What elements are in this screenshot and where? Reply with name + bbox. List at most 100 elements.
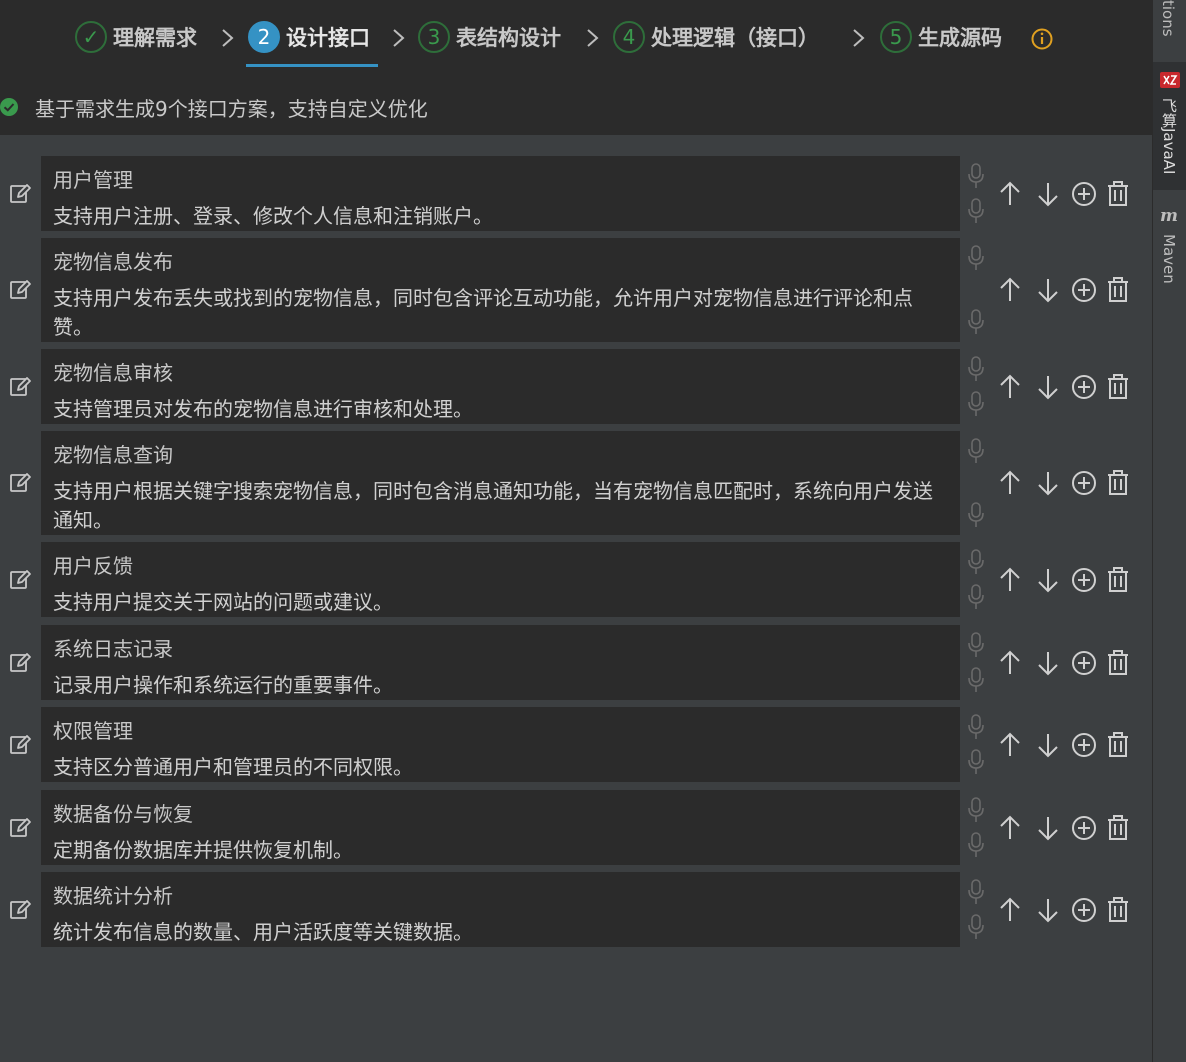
delete-button[interactable] [1104, 814, 1132, 842]
desc-microphone-icon[interactable] [965, 501, 987, 529]
interface-title[interactable]: 数据备份与恢复 [53, 798, 193, 827]
title-microphone-icon[interactable] [965, 244, 987, 272]
interface-description[interactable]: 支持区分普通用户和管理员的不同权限。 [53, 753, 943, 782]
add-button[interactable] [1070, 180, 1098, 208]
interface-title[interactable]: 宠物信息查询 [53, 439, 173, 468]
move-up-button[interactable] [996, 373, 1024, 401]
title-microphone-icon[interactable] [965, 878, 987, 906]
move-up-button[interactable] [996, 180, 1024, 208]
desc-microphone-icon[interactable] [965, 831, 987, 859]
info-icon[interactable] [1030, 27, 1054, 51]
edit-icon[interactable] [8, 733, 32, 757]
step-1[interactable]: ✓ 理解需求 [75, 17, 197, 57]
desc-microphone-icon[interactable] [965, 390, 987, 418]
move-down-button[interactable] [1034, 896, 1062, 924]
delete-button[interactable] [1104, 566, 1132, 594]
interface-title[interactable]: 用户反馈 [53, 550, 133, 579]
add-button[interactable] [1070, 276, 1098, 304]
delete-button[interactable] [1104, 276, 1132, 304]
delete-button[interactable] [1104, 373, 1132, 401]
desc-microphone-icon[interactable] [965, 666, 987, 694]
delete-button[interactable] [1104, 469, 1132, 497]
add-button[interactable] [1070, 373, 1098, 401]
desc-microphone-icon[interactable] [965, 197, 987, 225]
step-4[interactable]: 4 处理逻辑（接口） [613, 17, 819, 57]
interface-card[interactable]: 宠物信息发布支持用户发布丢失或找到的宠物信息，同时包含评论互动功能，允许用户对宠… [41, 238, 960, 342]
delete-button[interactable] [1104, 896, 1132, 924]
add-button[interactable] [1070, 896, 1098, 924]
move-down-button[interactable] [1034, 814, 1062, 842]
move-up-button[interactable] [996, 814, 1024, 842]
interface-description[interactable]: 定期备份数据库并提供恢复机制。 [53, 836, 943, 865]
delete-button[interactable] [1104, 731, 1132, 759]
title-microphone-icon[interactable] [965, 796, 987, 824]
interface-title[interactable]: 宠物信息发布 [53, 246, 173, 275]
add-button[interactable] [1070, 649, 1098, 677]
add-button[interactable] [1070, 731, 1098, 759]
interface-title[interactable]: 数据统计分析 [53, 880, 173, 909]
interface-card[interactable]: 用户管理支持用户注册、登录、修改个人信息和注销账户。 [41, 156, 960, 231]
move-up-button[interactable] [996, 731, 1024, 759]
interface-description[interactable]: 支持用户提交关于网站的问题或建议。 [53, 588, 943, 617]
move-up-button[interactable] [996, 896, 1024, 924]
interface-title[interactable]: 宠物信息审核 [53, 357, 173, 386]
title-microphone-icon[interactable] [965, 437, 987, 465]
step-5[interactable]: 5 生成源码 [880, 17, 1002, 57]
interface-title[interactable]: 系统日志记录 [53, 633, 173, 662]
add-button[interactable] [1070, 814, 1098, 842]
edit-icon[interactable] [8, 471, 32, 495]
move-down-button[interactable] [1034, 180, 1062, 208]
add-button[interactable] [1070, 566, 1098, 594]
interface-description[interactable]: 支持用户根据关键字搜索宠物信息，同时包含消息通知功能，当有宠物信息匹配时，系统向… [53, 477, 943, 535]
move-up-button[interactable] [996, 649, 1024, 677]
interface-card[interactable]: 数据备份与恢复定期备份数据库并提供恢复机制。 [41, 790, 960, 865]
interface-description[interactable]: 支持用户发布丢失或找到的宠物信息，同时包含评论互动功能，允许用户对宠物信息进行评… [53, 284, 943, 342]
title-microphone-icon[interactable] [965, 548, 987, 576]
interface-card[interactable]: 系统日志记录记录用户操作和系统运行的重要事件。 [41, 625, 960, 700]
interface-description[interactable]: 支持管理员对发布的宠物信息进行审核和处理。 [53, 395, 943, 424]
step-3[interactable]: 3 表结构设计 [418, 17, 561, 57]
tool-tab-partial[interactable]: tions [1159, 0, 1177, 37]
interface-card[interactable]: 数据统计分析统计发布信息的数量、用户活跃度等关键数据。 [41, 872, 960, 947]
move-up-button[interactable] [996, 276, 1024, 304]
move-down-button[interactable] [1034, 566, 1062, 594]
interface-card[interactable]: 宠物信息查询支持用户根据关键字搜索宠物信息，同时包含消息通知功能，当有宠物信息匹… [41, 431, 960, 535]
delete-button[interactable] [1104, 180, 1132, 208]
move-down-button[interactable] [1034, 649, 1062, 677]
edit-icon[interactable] [8, 182, 32, 206]
interface-description[interactable]: 统计发布信息的数量、用户活跃度等关键数据。 [53, 918, 943, 947]
desc-microphone-icon[interactable] [965, 913, 987, 941]
add-button[interactable] [1070, 469, 1098, 497]
title-microphone-icon[interactable] [965, 631, 987, 659]
desc-microphone-icon[interactable] [965, 748, 987, 776]
edit-icon[interactable] [8, 898, 32, 922]
title-microphone-icon[interactable] [965, 355, 987, 383]
step-2[interactable]: 2 设计接口 [248, 17, 370, 57]
interface-title[interactable]: 权限管理 [53, 715, 133, 744]
interface-title[interactable]: 用户管理 [53, 164, 133, 193]
edit-icon[interactable] [8, 816, 32, 840]
tool-tab-feisuan[interactable]: 飞算JavaAI [1153, 62, 1186, 190]
move-up-button[interactable] [996, 469, 1024, 497]
desc-microphone-icon[interactable] [965, 583, 987, 611]
interface-card[interactable]: 用户反馈支持用户提交关于网站的问题或建议。 [41, 542, 960, 617]
move-down-button[interactable] [1034, 731, 1062, 759]
desc-microphone-icon[interactable] [965, 308, 987, 336]
move-down-button[interactable] [1034, 276, 1062, 304]
move-up-button[interactable] [996, 566, 1024, 594]
title-microphone-icon[interactable] [965, 713, 987, 741]
move-down-button[interactable] [1034, 469, 1062, 497]
edit-icon[interactable] [8, 278, 32, 302]
interface-card[interactable]: 权限管理支持区分普通用户和管理员的不同权限。 [41, 707, 960, 782]
interface-card[interactable]: 宠物信息审核支持管理员对发布的宠物信息进行审核和处理。 [41, 349, 960, 424]
delete-button[interactable] [1104, 649, 1132, 677]
tool-tab-maven[interactable]: m Maven [1153, 200, 1186, 290]
edit-icon[interactable] [8, 651, 32, 675]
title-microphone-icon[interactable] [965, 162, 987, 190]
move-down-button[interactable] [1034, 373, 1062, 401]
interface-description[interactable]: 支持用户注册、登录、修改个人信息和注销账户。 [53, 202, 943, 231]
edit-icon[interactable] [8, 375, 32, 399]
edit-icon[interactable] [8, 568, 32, 592]
interface-description[interactable]: 记录用户操作和系统运行的重要事件。 [53, 671, 943, 700]
tool-window-strip: tions 飞算JavaAI m Maven [1152, 0, 1186, 1062]
